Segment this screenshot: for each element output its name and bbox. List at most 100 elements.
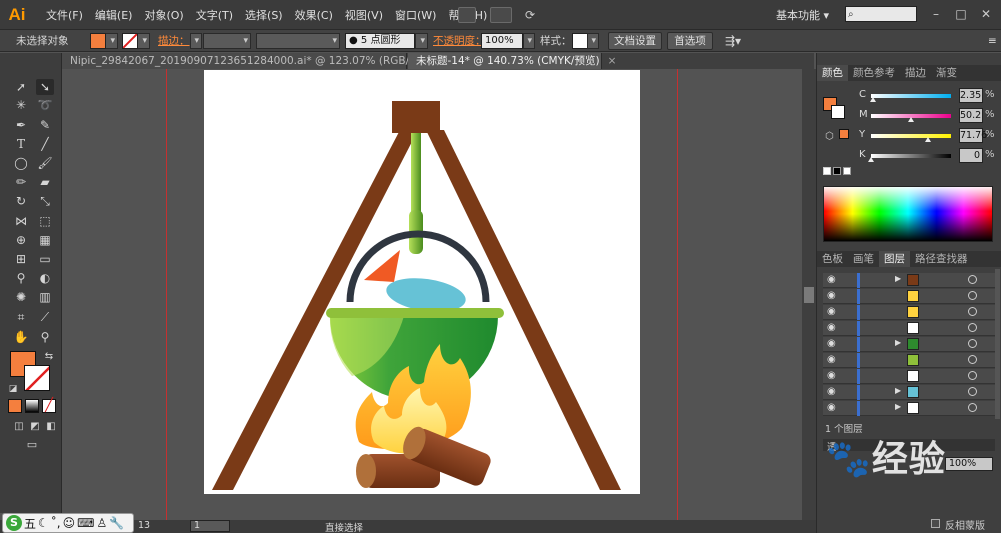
channel-value-field[interactable]: 50.2: [959, 108, 983, 123]
layer-row[interactable]: ◉ ▶: [823, 273, 995, 288]
black-swatch[interactable]: [833, 167, 841, 175]
eye-icon[interactable]: ◉: [827, 290, 836, 301]
channel-value-field[interactable]: 71.76: [959, 128, 987, 143]
gradient-mode-icon[interactable]: [25, 399, 39, 413]
gamut-swatch[interactable]: [839, 129, 849, 139]
slider-knob[interactable]: [908, 117, 915, 122]
close-window-button[interactable]: ✕: [975, 4, 997, 24]
invert-mask-checkbox[interactable]: [931, 519, 940, 528]
eraser-tool-icon[interactable]: ▰: [36, 174, 54, 190]
rotate-tool-icon[interactable]: ↻: [12, 193, 30, 209]
eye-icon[interactable]: ◉: [827, 402, 836, 413]
slider-knob[interactable]: [925, 137, 932, 142]
direct-selection-tool-icon[interactable]: ➘: [36, 79, 54, 95]
brush-dropdown-arrow[interactable]: [415, 33, 428, 49]
menu-item-7[interactable]: 窗口(W): [389, 7, 442, 23]
smile-icon[interactable]: ☺: [63, 516, 76, 530]
out-of-gamut-icon[interactable]: ⬡: [825, 131, 834, 142]
target-circle-icon[interactable]: [968, 339, 977, 348]
ellipse-tool-icon[interactable]: ◯: [12, 155, 30, 171]
arrange-icon[interactable]: ⇶▾: [725, 33, 741, 49]
expand-arrow-icon[interactable]: ▶: [895, 386, 901, 395]
channel-slider[interactable]: [871, 134, 951, 138]
stroke-swatch[interactable]: [122, 33, 138, 49]
target-circle-icon[interactable]: [968, 371, 977, 380]
expand-arrow-icon[interactable]: ▶: [895, 274, 901, 283]
eye-icon[interactable]: ◉: [827, 338, 836, 349]
eye-icon[interactable]: ◉: [827, 274, 836, 285]
none-swatch[interactable]: [823, 167, 831, 175]
workspace-switcher[interactable]: 基本功能 ▾: [776, 7, 829, 23]
menu-item-6[interactable]: 视图(V): [339, 7, 389, 23]
target-circle-icon[interactable]: [968, 291, 977, 300]
eye-icon[interactable]: ◉: [827, 386, 836, 397]
slider-knob[interactable]: [869, 97, 876, 102]
tab-pathfinder[interactable]: 路径查找器: [910, 251, 973, 267]
tab-layers[interactable]: 图层: [879, 251, 910, 267]
target-circle-icon[interactable]: [968, 275, 977, 284]
perspective-grid-tool-icon[interactable]: ▦: [36, 232, 54, 248]
pencil-tool-icon[interactable]: ✏: [12, 174, 30, 190]
color-mode-icon[interactable]: [8, 399, 22, 413]
layer-row[interactable]: ◉: [823, 369, 995, 384]
menu-item-4[interactable]: 选择(S): [239, 7, 289, 23]
target-circle-icon[interactable]: [968, 355, 977, 364]
vertical-scrollbar[interactable]: [802, 69, 816, 520]
column-graph-tool-icon[interactable]: ▥: [36, 289, 54, 305]
preferences-button[interactable]: 首选项: [667, 32, 713, 50]
tab-document-2[interactable]: 未标题-14* @ 140.73% (CMYK/预览) ×: [408, 53, 616, 69]
lasso-tool-icon[interactable]: ➰: [36, 97, 54, 113]
sync-icon[interactable]: ⟳: [520, 7, 540, 23]
scroll-thumb[interactable]: [804, 287, 814, 303]
layers-scrollbar[interactable]: [995, 269, 1000, 419]
target-circle-icon[interactable]: [968, 323, 977, 332]
tab-stroke[interactable]: 描边: [900, 65, 931, 81]
tab-brushes[interactable]: 画笔: [848, 251, 879, 267]
channel-value-field[interactable]: 2.35: [959, 88, 983, 103]
curvature-tool-icon[interactable]: ✎: [36, 117, 54, 133]
eye-icon[interactable]: ◉: [827, 370, 836, 381]
white-swatch[interactable]: [843, 167, 851, 175]
layer-row[interactable]: ◉ ▶: [823, 385, 995, 400]
tab-document-1[interactable]: Nipic_29842067_20190907123651284000.ai* …: [62, 53, 451, 69]
document-setup-button[interactable]: 文档设置: [608, 32, 662, 50]
scale-tool-icon[interactable]: ⤡: [36, 193, 54, 209]
magic-wand-tool-icon[interactable]: ✳: [12, 97, 30, 113]
blend-tool-icon[interactable]: ◐: [36, 270, 54, 286]
expand-arrow-icon[interactable]: ▶: [895, 338, 901, 347]
moon-icon[interactable]: ☾: [38, 516, 49, 530]
maximize-button[interactable]: □: [950, 4, 972, 24]
fill-dropdown[interactable]: [106, 33, 118, 49]
ime-mode[interactable]: 五: [24, 515, 36, 532]
stroke-label[interactable]: 描边：: [158, 33, 190, 49]
type-tool-icon[interactable]: T: [12, 136, 30, 152]
keyboard-icon[interactable]: ⌨: [77, 516, 94, 530]
brush-dropdown[interactable]: ● 5 点圆形: [345, 33, 415, 49]
opacity-label[interactable]: 不透明度：: [433, 33, 486, 49]
screen-mode-icon[interactable]: ▭: [22, 437, 42, 453]
color-spectrum[interactable]: [823, 186, 993, 242]
bridge-icon[interactable]: [458, 7, 476, 23]
slider-knob[interactable]: [868, 157, 874, 162]
variable-width-dropdown[interactable]: [256, 33, 340, 49]
close-icon[interactable]: ×: [608, 55, 617, 67]
mesh-tool-icon[interactable]: ⊞: [12, 251, 30, 267]
eyedropper-tool-icon[interactable]: ⚲: [12, 270, 30, 286]
slice-tool-icon[interactable]: ⟋: [36, 309, 54, 325]
symbol-sprayer-tool-icon[interactable]: ✺: [12, 289, 30, 305]
paintbrush-tool-icon[interactable]: 🖌: [36, 155, 54, 171]
eye-icon[interactable]: ◉: [827, 306, 836, 317]
swap-fill-stroke-icon[interactable]: ⇆: [40, 349, 58, 365]
layer-row[interactable]: ◉: [823, 353, 995, 368]
pen-tool-icon[interactable]: ✒: [12, 117, 30, 133]
stroke-indicator[interactable]: [831, 105, 845, 119]
channel-slider[interactable]: [871, 154, 951, 158]
search-input[interactable]: ⌕: [845, 6, 917, 22]
none-mode-icon[interactable]: ╱: [42, 399, 56, 413]
artboard[interactable]: [204, 70, 640, 494]
style-swatch[interactable]: [572, 33, 588, 49]
ime-toolbar[interactable]: S 五 ☾ ˚, ☺ ⌨ ♙ 🔧: [2, 513, 134, 533]
opacity-dropdown[interactable]: [523, 33, 535, 49]
menu-item-2[interactable]: 对象(O): [138, 7, 189, 23]
target-circle-icon[interactable]: [968, 307, 977, 316]
